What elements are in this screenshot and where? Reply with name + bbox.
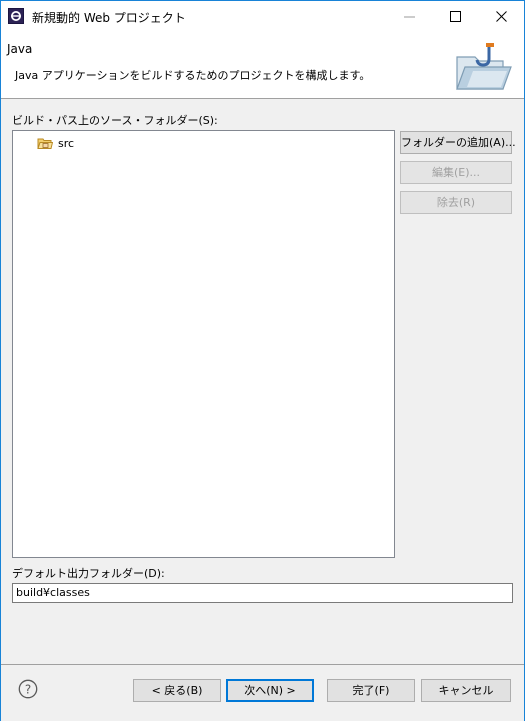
window-title: 新規動的 Web プロジェクト	[32, 11, 186, 25]
close-icon	[496, 11, 507, 22]
source-folders-label: ビルド・パス上のソース・フォルダー(S):	[12, 114, 218, 127]
source-folder-tree[interactable]: src	[12, 130, 395, 558]
cancel-button[interactable]: キャンセル	[421, 679, 511, 702]
dialog-window: 新規動的 Web プロジェクト Java Java アプリケーションをビルドする…	[0, 0, 525, 721]
java-project-folder-icon	[456, 43, 512, 90]
title-bar[interactable]: 新規動的 Web プロジェクト	[1, 1, 524, 32]
tree-item-src[interactable]: src	[37, 135, 74, 151]
svg-text:?: ?	[25, 683, 31, 697]
add-folder-button[interactable]: フォルダーの追加(A)...	[400, 131, 516, 154]
page-description: Java アプリケーションをビルドするためのプロジェクトを構成します。	[15, 69, 371, 82]
eclipse-app-icon	[8, 8, 24, 24]
minimize-icon	[404, 16, 415, 18]
help-icon[interactable]: ?	[18, 679, 38, 699]
remove-button[interactable]: 除去(R)	[400, 191, 512, 214]
next-button[interactable]: 次へ(N) >	[226, 679, 314, 702]
maximize-icon	[450, 11, 461, 22]
back-button[interactable]: < 戻る(B)	[133, 679, 221, 702]
wizard-header: Java Java アプリケーションをビルドするためのプロジェクトを構成します。	[1, 32, 524, 99]
output-folder-field[interactable]: build¥classes	[12, 583, 513, 603]
maximize-button[interactable]	[433, 1, 479, 32]
source-folder-icon	[37, 138, 53, 149]
finish-button[interactable]: 完了(F)	[327, 679, 415, 702]
tree-item-label: src	[58, 136, 75, 150]
page-title: Java	[7, 42, 33, 56]
edit-button[interactable]: 編集(E)...	[400, 161, 512, 184]
output-folder-label: デフォルト出力フォルダー(D):	[12, 567, 165, 580]
close-button[interactable]	[479, 1, 525, 32]
minimize-button[interactable]	[387, 1, 433, 32]
